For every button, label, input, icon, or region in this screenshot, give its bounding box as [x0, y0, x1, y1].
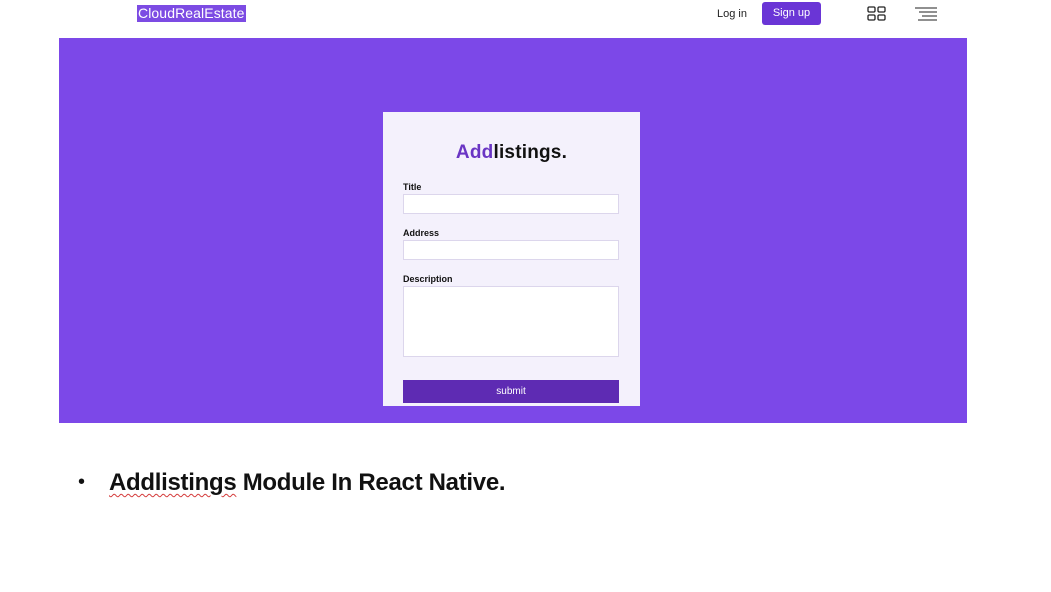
title-input[interactable]: [403, 194, 619, 214]
address-label: Address: [403, 228, 440, 238]
caption-highlight: Addlistings: [109, 469, 237, 496]
login-link[interactable]: Log in: [717, 6, 747, 22]
slide-caption: Addlistings Module In React Native.: [109, 468, 506, 498]
form-title: Addlistings.: [403, 142, 620, 164]
title-label: Title: [403, 182, 422, 192]
caption-rest: Module In React Native.: [236, 469, 506, 496]
brand-logo-text[interactable]: CloudRealEstate: [137, 5, 246, 22]
description-label: Description: [403, 274, 453, 284]
bullet-dot: •: [78, 471, 86, 493]
add-listing-card: Addlistings. Title Address Description s…: [383, 112, 640, 406]
hamburger-menu-icon[interactable]: [915, 6, 937, 21]
form-title-accent: Add: [455, 142, 494, 163]
signup-button[interactable]: Sign up: [762, 2, 821, 25]
hero-section: Addlistings. Title Address Description s…: [59, 38, 967, 423]
description-textarea[interactable]: [403, 286, 619, 357]
submit-button[interactable]: submit: [403, 380, 619, 403]
address-input[interactable]: [403, 240, 619, 260]
form-title-rest: listings.: [493, 142, 568, 163]
grid-icon[interactable]: [867, 6, 886, 21]
